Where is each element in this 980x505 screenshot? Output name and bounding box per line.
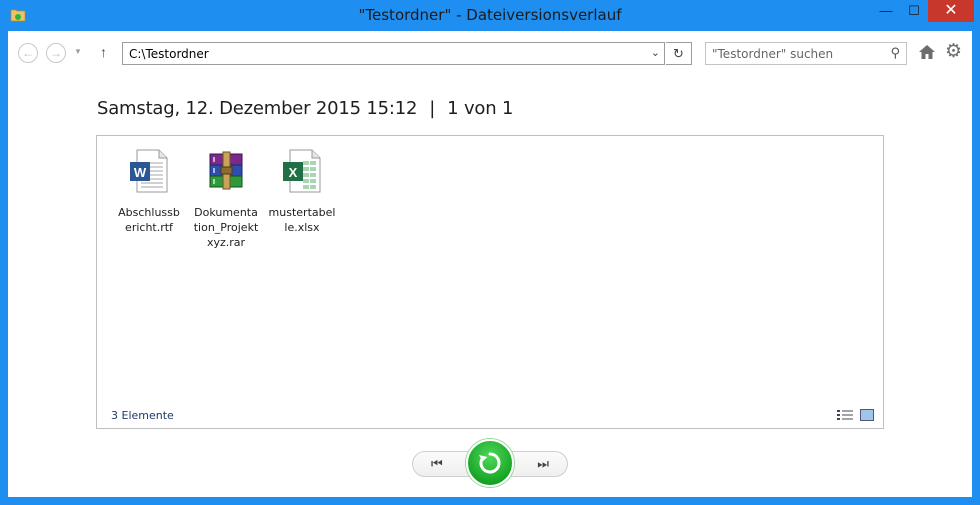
- file-item-mustertabelle[interactable]: X mustertabelle.xlsx: [268, 146, 336, 235]
- refresh-button[interactable]: ↻: [666, 42, 692, 65]
- minimize-button[interactable]: —: [872, 0, 900, 22]
- file-name: Dokumentation_Projektxyz.rar: [193, 206, 259, 249]
- forward-button[interactable]: →: [46, 43, 66, 63]
- file-item-abschlussbericht[interactable]: W Abschlussbericht.rtf: [115, 146, 183, 235]
- version-header: Samstag, 12. Dezember 2015 15:12 | 1 von 1: [97, 98, 513, 119]
- close-button[interactable]: ✕: [928, 0, 974, 22]
- previous-version-button[interactable]: ⏮: [431, 456, 443, 472]
- excel-spreadsheet-icon: X: [283, 149, 321, 193]
- item-count-status: 3 Elemente: [111, 409, 174, 422]
- large-icons-view-icon[interactable]: [860, 409, 874, 421]
- address-text[interactable]: C:\Testordner: [129, 47, 209, 61]
- home-icon[interactable]: [918, 43, 936, 61]
- title-bar[interactable]: "Testordner" - Dateiversionsverlauf — ☐ …: [0, 0, 980, 31]
- file-name: Abschlussbericht.rtf: [118, 206, 180, 234]
- app-window: "Testordner" - Dateiversionsverlauf — ☐ …: [0, 0, 980, 505]
- winrar-archive-icon: [209, 151, 243, 190]
- back-button[interactable]: ←: [18, 43, 38, 63]
- version-date: Samstag, 12. Dezember 2015 15:12: [97, 98, 418, 119]
- file-list-pane[interactable]: W Abschlussbericht.rtf Dokumentation_Pro…: [96, 135, 884, 429]
- navigation-bar: ← → ▼ ↑ C:\Testordner ⌄ ↻ "Testordner" s…: [8, 39, 972, 67]
- word-document-icon: W: [130, 149, 168, 193]
- svg-text:X: X: [289, 165, 298, 180]
- maximize-button[interactable]: ☐: [900, 0, 928, 22]
- file-item-dokumentation[interactable]: Dokumentation_Projektxyz.rar: [192, 146, 260, 250]
- version-position: 1 von 1: [447, 98, 514, 119]
- search-input[interactable]: "Testordner" suchen ⚲: [705, 42, 907, 65]
- file-name: mustertabelle.xlsx: [268, 206, 336, 234]
- next-version-button[interactable]: ⏭: [537, 456, 549, 472]
- recent-locations-dropdown[interactable]: ▼: [74, 47, 82, 56]
- restore-icon: [479, 452, 501, 474]
- search-icon[interactable]: ⚲: [890, 45, 900, 61]
- svg-text:W: W: [134, 165, 147, 180]
- details-view-icon[interactable]: [837, 409, 853, 421]
- chevron-down-icon[interactable]: ⌄: [651, 46, 660, 59]
- restore-button[interactable]: [466, 439, 514, 487]
- address-bar[interactable]: C:\Testordner ⌄: [122, 42, 665, 65]
- search-placeholder: "Testordner" suchen: [712, 47, 834, 61]
- client-area: ← → ▼ ↑ C:\Testordner ⌄ ↻ "Testordner" s…: [8, 31, 972, 497]
- up-button[interactable]: ↑: [100, 44, 107, 60]
- window-title: "Testordner" - Dateiversionsverlauf: [358, 6, 622, 24]
- header-separator: |: [429, 98, 436, 119]
- gear-icon[interactable]: ⚙: [945, 42, 962, 62]
